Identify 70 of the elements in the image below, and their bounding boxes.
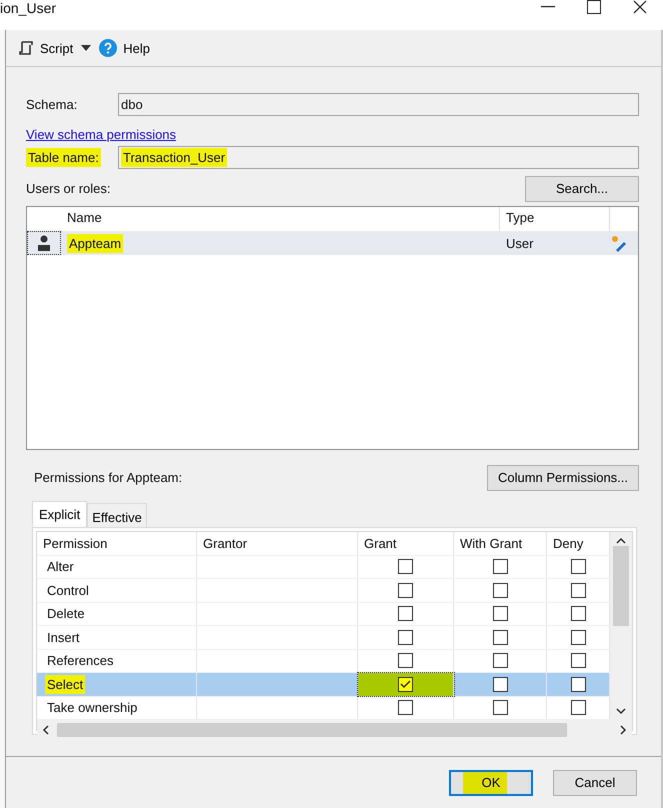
checkbox[interactable]	[398, 676, 413, 692]
checkbox[interactable]	[570, 653, 586, 668]
user-name: Appteam	[67, 234, 124, 252]
scroll-down-icon[interactable]	[616, 706, 626, 716]
dropdown-caret-icon[interactable]	[81, 45, 92, 51]
scroll-up-icon[interactable]	[616, 536, 626, 546]
checkbox[interactable]	[570, 630, 586, 645]
column-header[interactable]: Grantor	[197, 532, 358, 554]
permission-row[interactable]: Select	[37, 673, 610, 696]
permission-name: References	[46, 652, 114, 670]
user-icon	[27, 231, 61, 255]
permission-name: Take ownership	[46, 699, 138, 718]
permission-row[interactable]: Control	[37, 579, 610, 602]
checkbox[interactable]	[492, 582, 508, 598]
column-header[interactable]: With Grant	[454, 532, 547, 554]
checkbox[interactable]	[492, 606, 508, 622]
schema-label: Schema:	[26, 97, 78, 112]
checkbox[interactable]	[398, 606, 413, 622]
help-icon	[99, 39, 118, 57]
tab[interactable]: Effective	[87, 503, 147, 527]
column-header[interactable]: Grant	[358, 532, 454, 554]
permission-name: Delete	[46, 605, 86, 624]
permission-name: Select	[45, 674, 86, 694]
checkbox[interactable]	[398, 700, 413, 716]
cancel-button[interactable]: Cancel	[553, 770, 637, 796]
permission-name: Alter	[46, 558, 75, 576]
schema-field[interactable]: dbo	[118, 93, 639, 116]
table-name-label: Table name:	[26, 148, 101, 167]
permission-row[interactable]: Insert	[37, 626, 610, 650]
user-type: User	[505, 236, 534, 250]
checkbox[interactable]	[570, 582, 586, 598]
checkbox[interactable]	[398, 582, 413, 598]
permission-row[interactable]: Take ownership	[37, 696, 610, 720]
help-button[interactable]: Help	[97, 37, 152, 59]
checkbox[interactable]	[492, 700, 508, 716]
ok-button[interactable]: OK	[449, 770, 533, 796]
checkbox[interactable]	[398, 559, 413, 574]
script-button[interactable]: Script	[16, 38, 76, 58]
scroll-left-icon[interactable]	[41, 725, 51, 735]
column-permissions-button[interactable]: Column Permissions...	[487, 464, 639, 490]
scroll-right-icon[interactable]	[618, 725, 628, 735]
checkbox[interactable]	[570, 559, 586, 574]
search-button[interactable]: Search...	[525, 176, 639, 202]
checkbox[interactable]	[492, 653, 508, 668]
permission-name: Control	[46, 582, 90, 600]
checkbox[interactable]	[492, 630, 508, 645]
user-row[interactable]: Appteam User	[27, 231, 638, 255]
tab[interactable]: Explicit	[32, 501, 88, 527]
permission-row[interactable]: References	[37, 650, 610, 673]
users-label: Users or roles:	[26, 181, 111, 196]
table-name-value: Transaction_User	[121, 148, 228, 167]
script-icon	[18, 40, 34, 56]
table-name-field[interactable]: Transaction_User	[118, 146, 639, 169]
permissions-label: Permissions for Appteam:	[34, 470, 182, 485]
checkbox[interactable]	[492, 559, 508, 574]
vertical-scrollbar[interactable]	[610, 532, 632, 720]
window-title: ion_User	[0, 0, 58, 16]
horizontal-scrollbar[interactable]	[37, 720, 632, 740]
edit-icon[interactable]	[610, 234, 628, 252]
checkbox[interactable]	[570, 606, 586, 622]
permission-name: Insert	[46, 628, 81, 647]
checkbox[interactable]	[398, 653, 413, 668]
checkbox[interactable]	[398, 630, 413, 645]
checkbox[interactable]	[570, 676, 586, 692]
permission-row[interactable]: Alter	[37, 556, 610, 579]
schema-permissions-link[interactable]: View schema permissions	[26, 126, 176, 142]
permission-row[interactable]: Delete	[37, 602, 610, 626]
checkbox[interactable]	[570, 700, 586, 716]
column-header[interactable]: Permission	[37, 532, 197, 554]
checkbox[interactable]	[492, 676, 508, 692]
